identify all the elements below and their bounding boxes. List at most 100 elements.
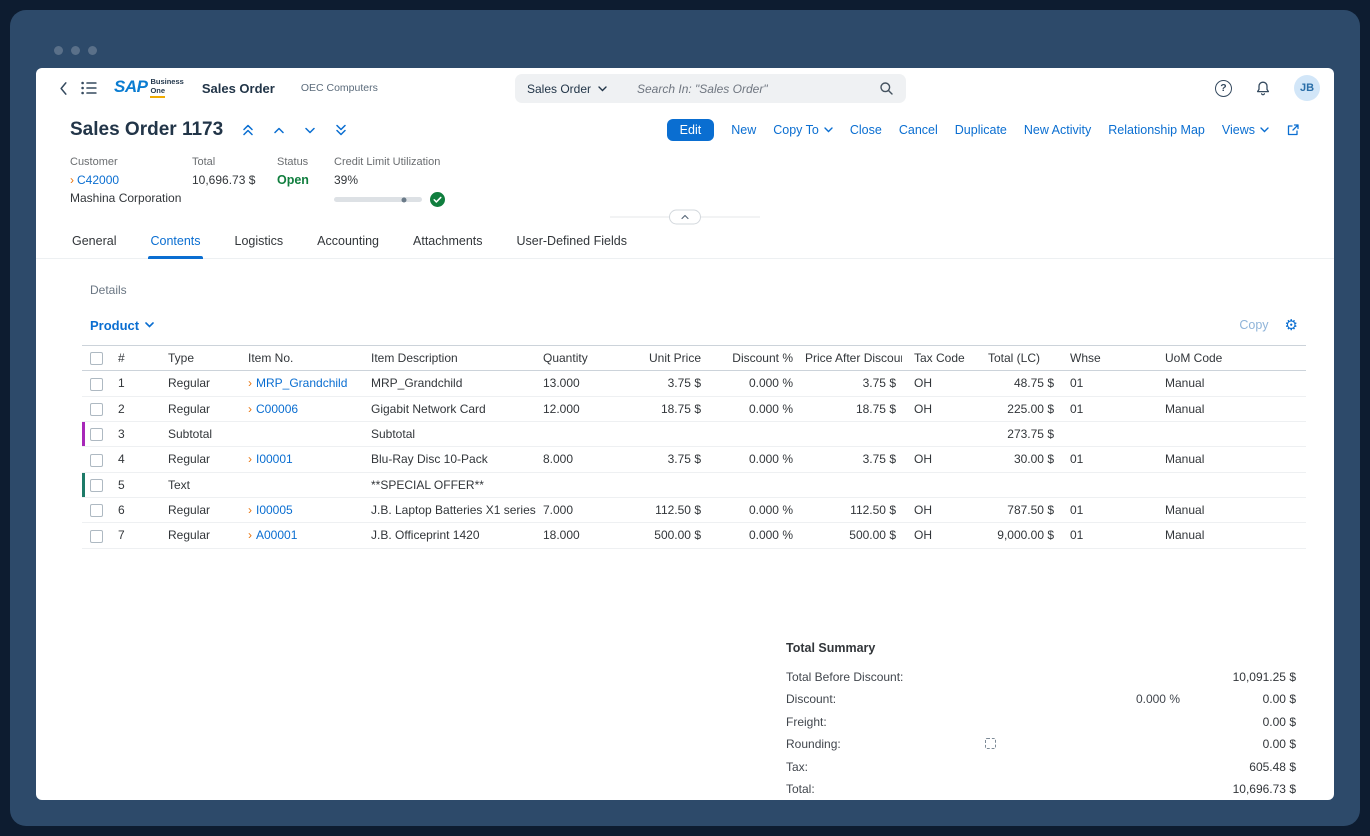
search-icon[interactable]: [879, 81, 894, 96]
col-quantity[interactable]: Quantity: [537, 346, 625, 371]
table-row-subtotal: 3 Subtotal Subtotal 273.75 $: [82, 421, 1306, 446]
cell-type: Regular: [162, 497, 242, 522]
status-info-block: Status Open: [277, 156, 334, 204]
cell-discount: [707, 472, 799, 497]
search-input[interactable]: [637, 82, 879, 96]
last-record-button[interactable]: [336, 124, 346, 136]
credit-limit-label: Credit Limit Utilization: [334, 156, 445, 168]
item-no-link[interactable]: I00001: [256, 452, 293, 466]
relationship-map-button[interactable]: Relationship Map: [1108, 123, 1205, 137]
chevron-double-up-icon: [243, 124, 253, 136]
row-select-cell[interactable]: [82, 421, 112, 446]
copy-to-button[interactable]: Copy To: [773, 123, 833, 137]
cell-type: Regular: [162, 447, 242, 472]
cell-quantity: [537, 421, 625, 446]
cell-item-no: ›I00001: [242, 447, 365, 472]
table-settings-gear-icon[interactable]: ⚙: [1285, 318, 1298, 333]
col-type[interactable]: Type: [162, 346, 242, 371]
chevron-down-icon: [598, 86, 607, 92]
row-select-cell[interactable]: [82, 396, 112, 421]
cell-tax-code: OH: [902, 447, 982, 472]
previous-record-button[interactable]: [274, 127, 284, 134]
next-record-button[interactable]: [305, 127, 315, 134]
col-item-description[interactable]: Item Description: [365, 346, 537, 371]
sap-business-one-logo: SAP Business One: [114, 78, 184, 98]
row-checkbox[interactable]: [90, 454, 103, 467]
cell-item-no: ›I00005: [242, 497, 365, 522]
share-button[interactable]: [1286, 123, 1300, 137]
table-row: 4 Regular ›I00001 Blu-Ray Disc 10-Pack 8…: [82, 447, 1306, 472]
row-select-cell[interactable]: [82, 447, 112, 472]
rounding-field[interactable]: [985, 738, 996, 749]
item-no-link[interactable]: A00001: [256, 528, 297, 542]
cancel-button[interactable]: Cancel: [899, 123, 938, 137]
cell-uom: Manual: [1155, 497, 1306, 522]
chevron-double-down-icon: [336, 124, 346, 136]
views-button[interactable]: Views: [1222, 123, 1269, 137]
row-checkbox[interactable]: [90, 403, 103, 416]
col-total-lc[interactable]: Total (LC): [982, 346, 1060, 371]
tab-user-defined-fields[interactable]: User-Defined Fields: [515, 226, 629, 258]
credit-limit-block: Credit Limit Utilization 39%: [334, 156, 445, 204]
col-uom-code[interactable]: UoM Code: [1155, 346, 1306, 371]
collapse-header-button[interactable]: [669, 210, 701, 225]
row-checkbox[interactable]: [90, 504, 103, 517]
select-all-cell[interactable]: [82, 346, 112, 371]
copy-button[interactable]: Copy: [1239, 318, 1268, 332]
new-activity-button[interactable]: New Activity: [1024, 123, 1091, 137]
col-discount[interactable]: Discount %: [707, 346, 799, 371]
first-record-button[interactable]: [243, 124, 253, 136]
row-checkbox[interactable]: [90, 479, 103, 492]
duplicate-button[interactable]: Duplicate: [955, 123, 1007, 137]
tab-attachments[interactable]: Attachments: [411, 226, 484, 258]
edit-button[interactable]: Edit: [667, 119, 715, 141]
header-collapse-row: [36, 210, 1334, 224]
col-price-after-discount[interactable]: Price After Discount: [799, 346, 902, 371]
product-type-dropdown[interactable]: Product: [90, 318, 154, 333]
row-select-cell[interactable]: [82, 523, 112, 548]
help-icon[interactable]: ?: [1215, 80, 1232, 97]
row-checkbox[interactable]: [90, 378, 103, 391]
cell-item-description: **SPECIAL OFFER**: [365, 472, 537, 497]
close-button[interactable]: Close: [850, 123, 882, 137]
sap-logo-text: SAP: [114, 78, 147, 95]
col-line-number[interactable]: #: [112, 346, 162, 371]
tab-accounting[interactable]: Accounting: [315, 226, 381, 258]
customer-code-link[interactable]: › C42000: [70, 173, 192, 187]
summary-value: 0.00 $: [1263, 737, 1296, 751]
item-no-link[interactable]: C00006: [256, 402, 298, 416]
user-avatar[interactable]: JB: [1294, 75, 1320, 101]
menu-button[interactable]: [76, 75, 102, 101]
row-select-cell[interactable]: [82, 472, 112, 497]
cell-price-after-discount: 18.75 $: [799, 396, 902, 421]
col-whse[interactable]: Whse: [1060, 346, 1155, 371]
col-item-no[interactable]: Item No.: [242, 346, 365, 371]
tab-logistics[interactable]: Logistics: [233, 226, 286, 258]
cell-line-number: 3: [112, 421, 162, 446]
summary-label: Tax:: [786, 760, 808, 774]
row-select-cell[interactable]: [82, 497, 112, 522]
tab-general[interactable]: General: [70, 226, 118, 258]
table-row: 1 Regular ›MRP_Grandchild MRP_Grandchild…: [82, 371, 1306, 396]
cell-whse: 01: [1060, 447, 1155, 472]
new-button[interactable]: New: [731, 123, 756, 137]
col-unit-price[interactable]: Unit Price: [625, 346, 707, 371]
search-scope-selector[interactable]: Sales Order: [527, 82, 637, 96]
notifications-button[interactable]: [1250, 75, 1276, 101]
item-no-link[interactable]: MRP_Grandchild: [256, 376, 347, 390]
row-checkbox[interactable]: [90, 530, 103, 543]
cell-tax-code: OH: [902, 396, 982, 421]
cell-type: Text: [162, 472, 242, 497]
row-checkbox[interactable]: [90, 428, 103, 441]
total-summary-title: Total Summary: [786, 641, 1306, 655]
cell-whse: [1060, 472, 1155, 497]
select-all-checkbox[interactable]: [90, 352, 103, 365]
back-button[interactable]: [50, 75, 76, 101]
cell-price-after-discount: 3.75 $: [799, 371, 902, 396]
item-no-link[interactable]: I00005: [256, 503, 293, 517]
row-select-cell[interactable]: [82, 371, 112, 396]
col-tax-code[interactable]: Tax Code: [902, 346, 982, 371]
cell-unit-price: [625, 421, 707, 446]
summary-row-total-before-discount: Total Before Discount: 10,091.25 $: [786, 670, 1306, 693]
tab-contents[interactable]: Contents: [148, 226, 202, 258]
